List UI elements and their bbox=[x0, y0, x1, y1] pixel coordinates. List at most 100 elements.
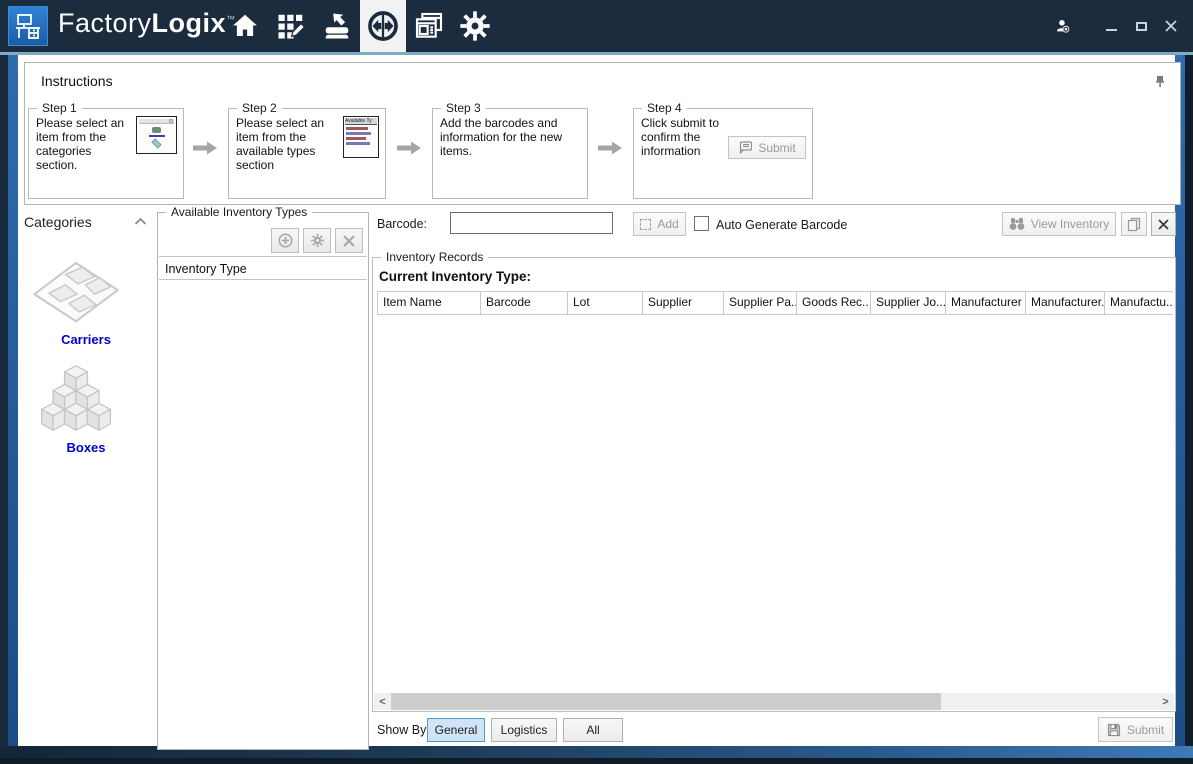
thumb-mini-label bbox=[149, 135, 165, 137]
column-header-supplier[interactable]: Supplier bbox=[643, 292, 724, 314]
view-inventory-button[interactable]: View Inventory bbox=[1002, 212, 1116, 236]
gear-small-icon bbox=[310, 233, 325, 248]
step2-thumbnail: Available Ty bbox=[343, 116, 379, 158]
inventory-records-panel: Inventory Records Current Inventory Type… bbox=[372, 257, 1176, 712]
category-item-carriers[interactable]: Carriers bbox=[26, 248, 146, 347]
maximize-button[interactable] bbox=[1133, 18, 1149, 34]
column-header-manufacturer[interactable]: Manufacturer bbox=[946, 292, 1026, 314]
instructions-panel: Instructions bbox=[24, 62, 1181, 205]
logistics-label: Logistics bbox=[501, 723, 548, 737]
home-icon[interactable] bbox=[222, 0, 268, 52]
category-item-boxes[interactable]: Boxes bbox=[26, 360, 146, 455]
main-navigation bbox=[222, 0, 498, 52]
barcode-label: Barcode: bbox=[377, 217, 427, 231]
dashed-new-item-icon bbox=[640, 219, 651, 230]
titlebar-right-controls bbox=[1055, 0, 1179, 52]
thumb-table-header: Available Ty bbox=[345, 118, 377, 125]
step2-label: Step 2 bbox=[237, 101, 282, 115]
step1-box: Step 1 Please select an item from the ca… bbox=[28, 108, 184, 199]
available-types-title: Available Inventory Types bbox=[166, 205, 312, 219]
minimize-button[interactable] bbox=[1103, 18, 1119, 34]
step-arrow-3 bbox=[597, 140, 623, 156]
step3-label: Step 3 bbox=[441, 101, 486, 115]
copy-button[interactable] bbox=[1121, 212, 1147, 236]
add-button-label: Add bbox=[657, 217, 678, 231]
step-arrow-1 bbox=[192, 140, 218, 156]
column-header-manufacturer-3[interactable]: Manufactu... bbox=[1105, 292, 1173, 314]
floppy-disk-icon bbox=[1107, 723, 1121, 737]
scroll-left-arrow[interactable]: < bbox=[374, 693, 391, 710]
settings-gear-icon[interactable] bbox=[452, 0, 498, 52]
column-header-goods-received[interactable]: Goods Rec... bbox=[797, 292, 871, 314]
column-header-barcode[interactable]: Barcode bbox=[481, 292, 568, 314]
barcode-input[interactable] bbox=[450, 212, 613, 234]
categories-title: Categories bbox=[24, 214, 92, 230]
maximize-icon bbox=[1136, 22, 1147, 31]
step1-label: Step 1 bbox=[37, 101, 82, 115]
column-header-supplier-part[interactable]: Supplier Pa... bbox=[724, 292, 797, 314]
window-frame-bottom bbox=[0, 758, 1193, 764]
edit-type-button[interactable] bbox=[303, 228, 331, 253]
scroll-right-arrow[interactable]: > bbox=[1157, 693, 1174, 710]
app-logo-icon bbox=[8, 6, 48, 46]
add-circle-plus-icon bbox=[278, 233, 293, 248]
show-by-label: Show By: bbox=[377, 723, 430, 737]
app-title-bold: Logix bbox=[152, 8, 227, 38]
titlebar: FactoryLogix™ bbox=[0, 0, 1193, 52]
all-label: All bbox=[586, 723, 599, 737]
user-logout-icon[interactable] bbox=[1055, 18, 1071, 34]
show-by-general-button[interactable]: General bbox=[427, 718, 485, 742]
step1-text: Please select an item from the categorie… bbox=[36, 116, 131, 172]
column-header-item-name[interactable]: Item Name bbox=[377, 292, 481, 314]
factorylogix-window: FactoryLogix™ bbox=[0, 0, 1193, 764]
scrollbar-thumb[interactable] bbox=[391, 693, 941, 710]
close-button[interactable] bbox=[1163, 18, 1179, 34]
submit-label: Submit bbox=[1127, 723, 1164, 737]
step4-submit-button[interactable]: Submit bbox=[728, 136, 806, 159]
step4-text: Click submit to confirm the information bbox=[641, 116, 723, 159]
titlebar-accent-line bbox=[0, 52, 1193, 55]
transfer-icon[interactable] bbox=[360, 0, 406, 52]
binoculars-icon bbox=[1009, 217, 1025, 231]
window-frame-right bbox=[1185, 55, 1193, 746]
delete-x-icon bbox=[342, 234, 356, 248]
add-barcode-button[interactable]: Add bbox=[633, 212, 686, 236]
step4-submit-label: Submit bbox=[758, 141, 795, 155]
show-by-logistics-button[interactable]: Logistics bbox=[491, 718, 557, 742]
x-mark-icon bbox=[1157, 218, 1170, 231]
pin-icon[interactable] bbox=[1154, 75, 1166, 88]
window-frame-left-accent bbox=[8, 55, 18, 746]
step2-box: Step 2 Please select an item from the av… bbox=[228, 108, 386, 199]
step2-text: Please select an item from the available… bbox=[236, 116, 338, 172]
categories-collapse-chevron-up-icon[interactable] bbox=[134, 217, 147, 226]
thumb-category-header bbox=[139, 119, 174, 124]
current-inventory-type-label: Current Inventory Type: bbox=[379, 269, 531, 284]
step-arrow-2 bbox=[396, 140, 422, 156]
step3-text: Add the barcodes and information for the… bbox=[440, 116, 580, 158]
view-inventory-label: View Inventory bbox=[1031, 217, 1110, 231]
step4-label: Step 4 bbox=[642, 101, 687, 115]
inventory-records-title: Inventory Records bbox=[381, 250, 488, 264]
boxes-icon bbox=[26, 360, 126, 438]
column-header-manufacturer-2[interactable]: Manufacturer... bbox=[1026, 292, 1105, 314]
inventory-type-column-header[interactable]: Inventory Type bbox=[159, 258, 367, 280]
clear-button[interactable] bbox=[1151, 212, 1176, 236]
receiving-bin-icon[interactable] bbox=[314, 0, 360, 52]
reports-icon[interactable] bbox=[406, 0, 452, 52]
horizontal-scrollbar[interactable]: < > bbox=[374, 693, 1174, 710]
submit-button[interactable]: Submit bbox=[1098, 717, 1173, 742]
show-by-all-button[interactable]: All bbox=[563, 718, 623, 742]
add-type-button[interactable] bbox=[271, 228, 299, 253]
carriers-label: Carriers bbox=[26, 332, 146, 347]
auto-generate-checkbox[interactable] bbox=[694, 216, 709, 231]
column-header-lot[interactable]: Lot bbox=[568, 292, 643, 314]
window-frame-left bbox=[0, 55, 8, 746]
production-grid-icon[interactable] bbox=[268, 0, 314, 52]
submit-bubble-icon bbox=[738, 141, 752, 154]
step3-box: Step 3 Add the barcodes and information … bbox=[432, 108, 588, 199]
delete-type-button[interactable] bbox=[335, 228, 363, 253]
boxes-label: Boxes bbox=[26, 440, 146, 455]
carriers-icon bbox=[26, 248, 126, 330]
column-header-supplier-job[interactable]: Supplier Jo... bbox=[871, 292, 946, 314]
thumb-box-mini-icon bbox=[151, 138, 161, 148]
